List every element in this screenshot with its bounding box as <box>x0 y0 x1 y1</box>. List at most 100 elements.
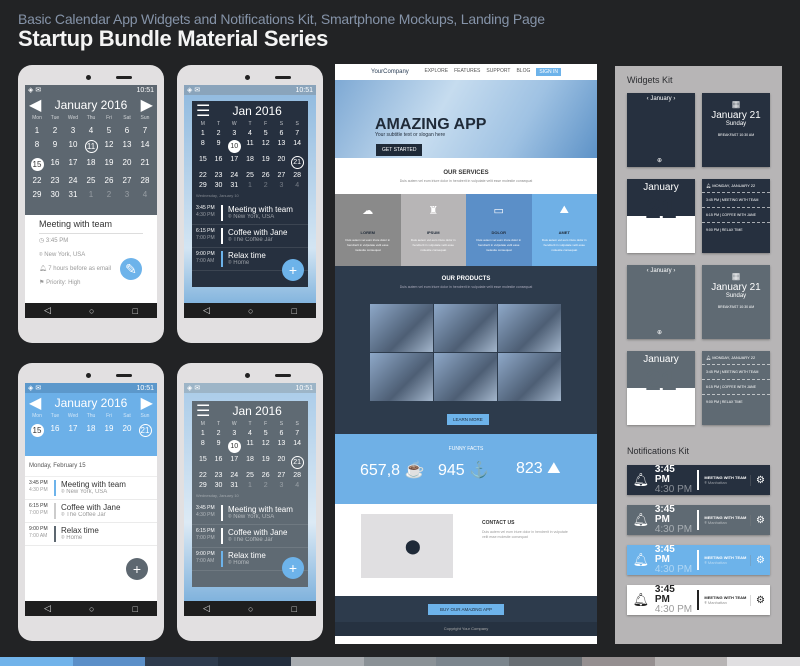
day-cell[interactable]: 19 <box>258 456 274 469</box>
day-cell[interactable]: 5 <box>100 126 118 135</box>
widget-agenda[interactable]: 🔔︎ MONDAY, JANUARY 22 3:45 PM | MEETING W… <box>702 179 770 253</box>
day-cell[interactable]: 1 <box>195 130 211 137</box>
day-cell[interactable]: 17 <box>226 456 242 469</box>
day-cell[interactable]: 31 <box>64 190 82 199</box>
day-cell[interactable]: 4 <box>136 190 154 199</box>
agenda-item[interactable]: 6:15 PM | COFFEE WITH JANE <box>702 379 770 394</box>
nav-link[interactable]: SUPPORT <box>486 68 510 76</box>
day-cell[interactable]: 4 <box>242 130 258 137</box>
day-cell[interactable]: 27 <box>274 472 290 479</box>
day-cell[interactable]: 2 <box>46 126 64 135</box>
day-cell[interactable]: 5 <box>258 430 274 437</box>
day-cell[interactable]: 12 <box>258 440 274 453</box>
get-started-button[interactable]: GET STARTED <box>376 144 423 156</box>
notification-card[interactable]: 🔔︎ 3:45 PM 4:30 PM MEETING WITH TEAM ⌾ Manha… <box>627 505 770 535</box>
add-fab[interactable]: + <box>126 558 148 580</box>
day-cell[interactable]: 28 <box>289 172 305 179</box>
day-cell[interactable]: 16 <box>46 424 64 437</box>
learn-more-button[interactable]: LEARN MORE <box>447 414 489 425</box>
day-cell[interactable]: 29 <box>195 482 211 489</box>
service-card[interactable]: ☁ LOREM Duis autem vel eum iriure dolor in… <box>335 194 401 266</box>
day-cell[interactable]: 9 <box>211 140 227 153</box>
widget-month-calendar[interactable]: ‹ January › ⊕ <box>627 265 695 339</box>
day-cell[interactable]: 23 <box>211 172 227 179</box>
day-cell[interactable]: 18 <box>242 456 258 469</box>
day-cell[interactable]: 21 <box>289 156 305 169</box>
day-cell[interactable]: 2 <box>100 190 118 199</box>
day-cell[interactable]: 18 <box>82 158 100 171</box>
widget-month-calendar[interactable]: ‹ January › ⊕ <box>627 93 695 167</box>
widget-agenda[interactable]: 🔔︎ MONDAY, JANUARY 22 3:45 PM | MEETING W… <box>702 351 770 425</box>
home-icon[interactable]: ○ <box>248 306 253 316</box>
day-cell[interactable]: 24 <box>64 176 82 185</box>
back-icon[interactable]: ◁ <box>203 603 210 614</box>
home-icon[interactable]: ○ <box>89 306 94 316</box>
event-row[interactable]: 6:15 PM 7:00 PM Coffee with Jane ⌾ The Coff… <box>192 225 308 248</box>
day-cell[interactable]: 10 <box>64 140 82 153</box>
day-cell[interactable]: 12 <box>100 140 118 153</box>
notification-card[interactable]: 🔔︎ 3:45 PM 4:30 PM MEETING WITH TEAM ⌾ Manha… <box>627 545 770 575</box>
day-cell[interactable]: 31 <box>226 182 242 189</box>
add-fab[interactable]: + <box>282 557 304 579</box>
day-cell[interactable]: 30 <box>46 190 64 199</box>
day-cell[interactable]: 6 <box>274 430 290 437</box>
day-cell[interactable]: 6 <box>118 126 136 135</box>
day-cell[interactable]: 1 <box>28 126 46 135</box>
gear-icon[interactable]: ⚙ <box>750 474 770 486</box>
day-cell[interactable]: 13 <box>274 140 290 153</box>
day-cell[interactable]: 1 <box>82 190 100 199</box>
day-cell[interactable]: 3 <box>226 130 242 137</box>
day-cell[interactable]: 22 <box>195 172 211 179</box>
day-cell[interactable]: 2 <box>211 430 227 437</box>
day-cell[interactable]: 21 <box>289 456 305 469</box>
agenda-item[interactable]: 6:15 PM | COFFEE WITH JANE <box>702 207 770 222</box>
day-cell[interactable]: 14 <box>289 140 305 153</box>
calendar-grid[interactable]: M T W T F S S 1 2 3 4 5 6 7 8 9 10 11 12 13 14 15 16 17 18 19 20 21… <box>192 421 308 489</box>
day-cell[interactable]: 20 <box>274 456 290 469</box>
day-cell[interactable]: 2 <box>258 182 274 189</box>
day-cell[interactable]: 1 <box>195 430 211 437</box>
day-cell[interactable]: 25 <box>82 176 100 185</box>
day-cell[interactable]: 10 <box>226 140 242 153</box>
agenda-item[interactable]: 3:45 PM | MEETING WITH TEAM <box>702 364 770 379</box>
day-cell[interactable]: 17 <box>64 158 82 171</box>
prev-month-button[interactable]: ◀ <box>29 95 41 115</box>
day-cell[interactable]: 4 <box>289 182 305 189</box>
recents-icon[interactable]: □ <box>292 604 297 614</box>
agenda-item[interactable]: 3:45 PM | MEETING WITH TEAM <box>702 192 770 207</box>
widget-day-card[interactable]: January 21 <box>627 351 695 425</box>
day-cell[interactable]: 14 <box>289 440 305 453</box>
day-cell[interactable]: 23 <box>211 472 227 479</box>
day-cell[interactable]: 22 <box>28 176 46 185</box>
menu-icon[interactable]: ☰ <box>196 401 210 421</box>
event-row[interactable]: 6:15 PM 7:00 PM Coffee with Jane ⌾ The Coff… <box>25 500 157 523</box>
day-cell[interactable]: 15 <box>195 156 211 169</box>
day-cell[interactable]: 21 <box>136 158 154 171</box>
day-cell[interactable]: 11 <box>242 140 258 153</box>
day-cell[interactable]: 29 <box>28 190 46 199</box>
notification-card[interactable]: 🔔︎ 3:45 PM 4:30 PM MEETING WITH TEAM ⌾ Manha… <box>627 465 770 495</box>
next-month-button[interactable]: ▶ <box>141 95 153 115</box>
day-cell[interactable]: 30 <box>211 482 227 489</box>
home-icon[interactable]: ○ <box>248 604 253 614</box>
agenda-item[interactable]: 9:00 PM | RELAX TIME <box>702 394 770 409</box>
widget-date[interactable]: ▦ January 21 Sunday BREAKFAST 10:30 AM <box>702 93 770 167</box>
gear-icon[interactable]: ⚙ <box>750 514 770 526</box>
home-icon[interactable]: ○ <box>89 604 94 614</box>
day-cell[interactable]: 4 <box>242 430 258 437</box>
day-cell[interactable]: 29 <box>195 182 211 189</box>
day-cell[interactable]: 5 <box>258 130 274 137</box>
widget-day-card[interactable]: January 21 <box>627 179 695 253</box>
day-cell[interactable]: 24 <box>226 172 242 179</box>
day-cell[interactable]: 19 <box>100 158 118 171</box>
day-cell[interactable]: 23 <box>46 176 64 185</box>
event-row[interactable]: 9:00 PM 7:00 AM Relax time ⌾ Home <box>25 523 157 546</box>
day-cell[interactable]: 26 <box>100 176 118 185</box>
service-card[interactable]: ▭ DOLOR Duis autem vel eum iriure dolor in… <box>466 194 532 266</box>
map[interactable]: ⬤ <box>361 514 453 578</box>
day-cell[interactable]: 16 <box>211 456 227 469</box>
widget-add-icon[interactable]: ⊕ <box>657 329 662 336</box>
day-cell[interactable]: 26 <box>258 172 274 179</box>
day-cell[interactable]: 10 <box>226 440 242 453</box>
event-row[interactable]: 3:45 PM 4:30 PM Meeting with team ⌾ New Yor… <box>25 477 157 500</box>
